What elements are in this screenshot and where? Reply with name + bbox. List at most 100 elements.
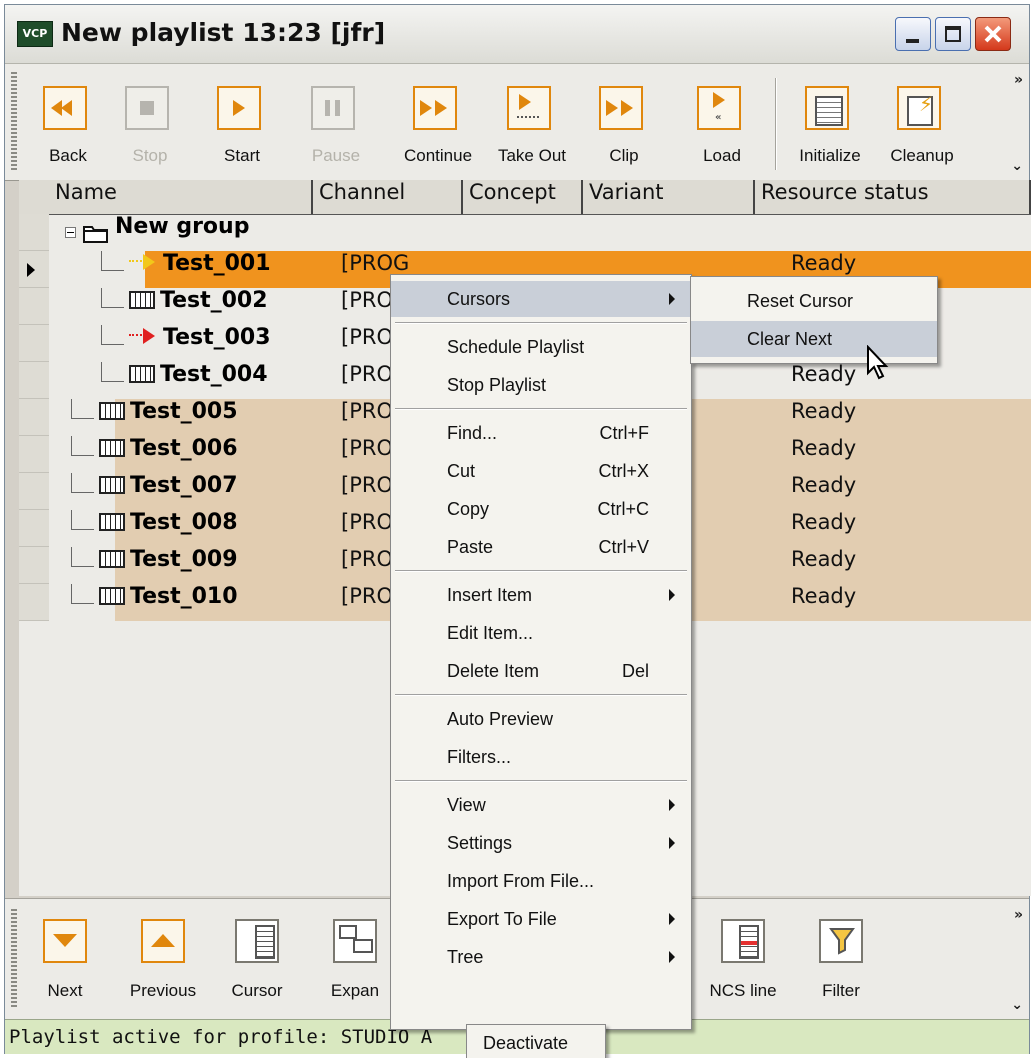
menu-item-copy[interactable]: Copy Ctrl+C [391,491,691,527]
clip-button[interactable]: Clip [583,74,665,172]
menu-item-export-to-file[interactable]: Export To File [391,901,691,937]
item-name: Test_008 [99,510,238,535]
row-header[interactable] [19,362,49,399]
menu-item-cut[interactable]: Cut Ctrl+X [391,453,691,489]
clip-label: Clip [609,146,639,165]
item-icon [99,587,125,605]
cleanup-button[interactable]: ⚡ Cleanup [881,74,963,172]
clear-next-label: Clear Next [747,329,833,349]
initialize-button[interactable]: Initialize [789,74,871,172]
row-header[interactable] [19,325,49,362]
row-header-current[interactable] [19,251,49,288]
item-icon [99,550,125,568]
next-button[interactable]: Next [33,919,97,1011]
menu-item-view[interactable]: View [391,787,691,823]
item-name-text: Test_001 [163,251,271,276]
item-resource-status: Ready [791,399,857,423]
take-out-icon [507,86,551,130]
cursor-button[interactable]: Cursor [225,919,289,1011]
column-header-channel[interactable]: Channel [313,180,463,214]
group-label: New group [115,214,250,239]
stop-button[interactable]: Stop [109,74,191,172]
menu-item-shortcut: Ctrl+V [598,537,649,557]
cleanup-label: Cleanup [890,146,954,165]
menu-item-stop-playlist[interactable]: Stop Playlist [391,367,691,403]
filter-button[interactable]: Filter [809,919,873,1011]
start-button[interactable]: Start [201,74,283,172]
group-row[interactable]: New group [49,214,1031,251]
item-resource-status: Ready [791,584,857,608]
continue-button[interactable]: Continue [397,74,479,172]
title-bar[interactable]: VCP New playlist 13:23 [jfr] [5,5,1029,64]
menu-item-reset-cursor[interactable]: Reset Cursor [691,283,937,319]
item-name-text: Test_010 [130,584,238,609]
back-button[interactable]: Back [27,74,109,172]
toolbar-dropdown-icon[interactable]: ⌄ [1011,158,1023,174]
pause-button[interactable]: Pause [295,74,377,172]
load-button[interactable]: « Load [681,74,763,172]
bottom-toolbar-grip[interactable] [11,909,17,1007]
menu-item-cursors[interactable]: Cursors [391,281,691,317]
menu-item-find[interactable]: Find... Ctrl+F [391,415,691,451]
item-name-text: Test_008 [130,510,238,535]
row-header[interactable] [19,288,49,325]
row-header[interactable] [19,399,49,436]
pause-icon [311,86,355,130]
row-header[interactable] [19,436,49,473]
row-header[interactable] [19,584,49,621]
deactivate-popup[interactable]: Deactivate [466,1024,606,1058]
column-header-name[interactable]: Name [49,180,313,214]
take-out-button[interactable]: Take Out [491,74,573,172]
menu-item-insert-item[interactable]: Insert Item [391,577,691,613]
previous-label: Previous [129,981,197,1000]
menu-item-clear-next[interactable]: Clear Next [691,321,937,357]
menu-item-delete-item[interactable]: Delete Item Del [391,653,691,689]
row-header[interactable] [19,473,49,510]
menu-item-label: Delete Item [447,661,540,681]
menu-item-filters[interactable]: Filters... [391,739,691,775]
menu-item-schedule-playlist[interactable]: Schedule Playlist [391,329,691,365]
menu-item-auto-preview[interactable]: Auto Preview [391,701,691,737]
bottom-toolbar-overflow-icon[interactable]: » [1014,907,1023,923]
stop-label: Stop [132,146,168,165]
ncs-line-button[interactable]: NCS line [709,919,777,1011]
minimize-button[interactable] [895,17,931,51]
up-triangle-icon [141,919,185,963]
item-icon [129,291,155,309]
playback-toolbar: » ⌄ Back Stop Start Pause Continue Take … [5,64,1029,181]
row-header[interactable] [19,214,49,251]
expand-button[interactable]: Expan [323,919,387,1011]
menu-item-label: Copy [447,499,490,519]
maximize-button[interactable] [935,17,971,51]
previous-button[interactable]: Previous [130,919,196,1011]
item-resource-status: Ready [791,436,857,460]
vcp-app-icon: VCP [17,21,53,47]
menu-item-label: Schedule Playlist [447,337,585,357]
menu-item-edit-item[interactable]: Edit Item... [391,615,691,651]
collapse-toggle-icon[interactable] [65,227,76,238]
menu-item-label: Auto Preview [447,709,554,729]
toolbar-separator [775,78,777,170]
row-header[interactable] [19,547,49,584]
bottom-toolbar-dropdown-icon[interactable]: ⌄ [1011,997,1023,1013]
close-button[interactable] [975,17,1011,51]
menu-item-label: Import From File... [447,871,595,891]
minimize-icon [906,39,919,43]
take-out-label: Take Out [497,146,567,165]
cursors-submenu: Reset Cursor Clear Next [690,276,938,364]
row-header[interactable] [19,510,49,547]
menu-item-shortcut: Ctrl+C [597,499,649,519]
column-header-variant[interactable]: Variant [583,180,755,214]
menu-item-import-from-file[interactable]: Import From File... [391,863,691,899]
column-header-resource-status[interactable]: Resource status [755,180,1031,214]
menu-item-settings[interactable]: Settings [391,825,691,861]
menu-separator [395,322,687,324]
submenu-arrow-icon [669,799,675,811]
continue-label: Continue [403,146,473,165]
column-header-concept[interactable]: Concept [463,180,583,214]
menu-item-tree[interactable]: Tree [391,939,691,975]
maximize-icon [945,26,961,42]
item-name-text: Test_002 [160,288,268,313]
toolbar-overflow-icon[interactable]: » [1014,72,1023,88]
menu-item-paste[interactable]: Paste Ctrl+V [391,529,691,565]
